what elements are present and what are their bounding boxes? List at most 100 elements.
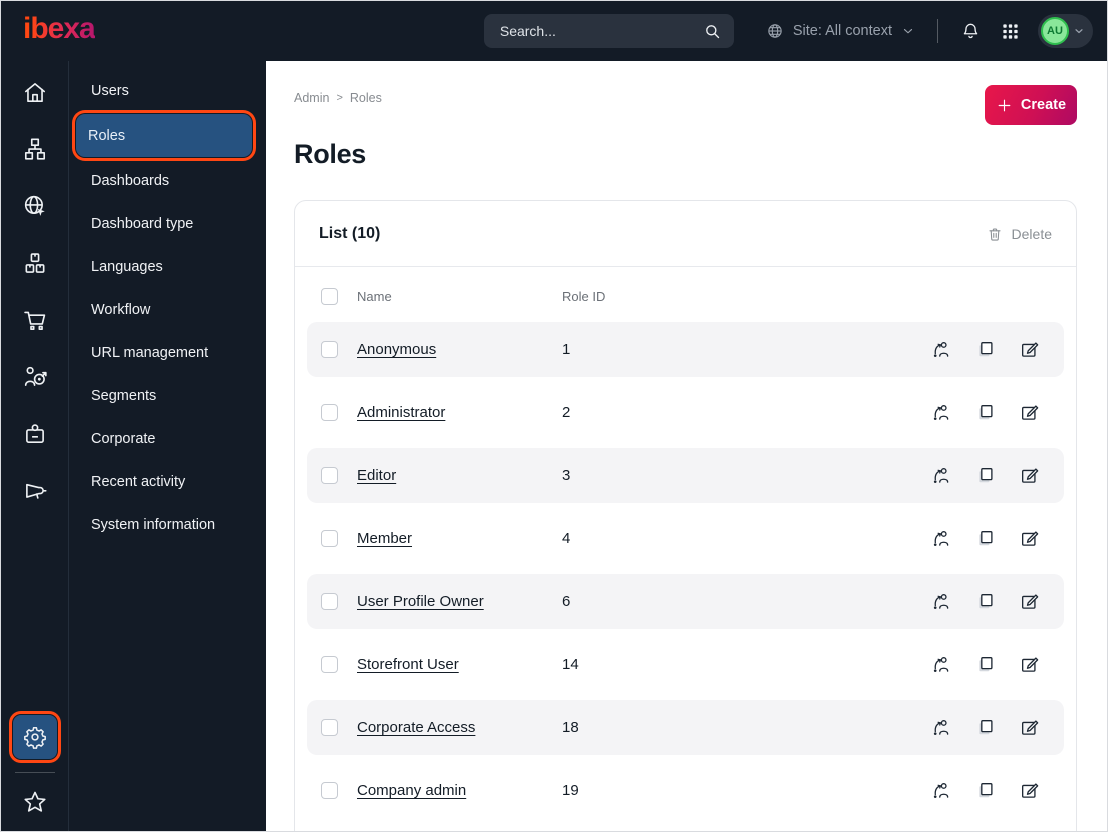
sidebar-item-users[interactable]: Users	[69, 69, 266, 112]
sidebar-item-languages[interactable]: Languages	[69, 245, 266, 288]
role-name-link[interactable]: Anonymous	[357, 341, 562, 358]
assign-users-button[interactable]	[931, 465, 952, 486]
edit-button[interactable]	[1019, 717, 1040, 738]
delete-button[interactable]: Delete	[987, 226, 1052, 243]
role-name-link[interactable]: Corporate Access	[357, 719, 562, 736]
edit-button[interactable]	[1019, 528, 1040, 549]
copy-button[interactable]	[975, 717, 996, 738]
rail-item-home[interactable]	[1, 63, 69, 120]
site-context-label: Site: All context	[792, 23, 892, 39]
user-menu[interactable]: AU	[1038, 14, 1093, 48]
edit-button[interactable]	[1019, 591, 1040, 612]
rail-item-products[interactable]	[1, 234, 69, 291]
breadcrumb: Admin > Roles	[294, 91, 382, 105]
role-name-link[interactable]: User Profile Owner	[357, 593, 562, 610]
search-box[interactable]	[483, 14, 734, 48]
sidebar-item-workflow[interactable]: Workflow	[69, 288, 266, 331]
row-checkbox[interactable]	[321, 782, 338, 799]
rail-item-marketing[interactable]	[1, 462, 69, 519]
edit-icon	[1019, 465, 1040, 486]
admin-sidebar: Users Roles Dashboards Dashboard type Langua…	[69, 61, 266, 831]
sidebar-item-url-management[interactable]: URL management	[69, 331, 266, 374]
role-name-link[interactable]: Company admin	[357, 782, 562, 799]
table-row: Company admin 19	[307, 763, 1064, 818]
page-title: Roles	[294, 139, 367, 169]
grid-icon	[1001, 22, 1020, 41]
role-name-link[interactable]: Storefront User	[357, 656, 562, 673]
edit-button[interactable]	[1019, 654, 1040, 675]
select-all-checkbox[interactable]	[321, 287, 338, 305]
breadcrumb-item-admin[interactable]: Admin	[294, 91, 329, 105]
row-checkbox[interactable]	[321, 467, 338, 484]
assign-users-button[interactable]	[931, 528, 952, 549]
row-checkbox[interactable]	[321, 719, 338, 736]
edit-button[interactable]	[1019, 402, 1040, 423]
row-checkbox[interactable]	[321, 593, 338, 610]
create-button[interactable]: Create	[985, 85, 1077, 125]
rail-item-content-tree[interactable]	[1, 120, 69, 177]
table-row: Member 4	[307, 511, 1064, 566]
rail-item-commerce[interactable]	[1, 291, 69, 348]
sidebar-item-corporate[interactable]: Corporate	[69, 417, 266, 460]
copy-button[interactable]	[975, 780, 996, 801]
edit-icon	[1019, 339, 1040, 360]
sidebar-item-dashboards[interactable]: Dashboards	[69, 159, 266, 202]
edit-button[interactable]	[1019, 780, 1040, 801]
row-checkbox[interactable]	[321, 530, 338, 547]
assign-users-button[interactable]	[931, 591, 952, 612]
sidebar-item-recent-activity[interactable]: Recent activity	[69, 460, 266, 503]
search-icon	[703, 22, 722, 41]
sidebar-item-segments[interactable]: Segments	[69, 374, 266, 417]
role-name-link[interactable]: Member	[357, 530, 562, 547]
row-checkbox[interactable]	[321, 404, 338, 421]
role-name-link[interactable]: Administrator	[357, 404, 562, 421]
role-id-value: 2	[562, 404, 571, 421]
globe-icon	[766, 22, 784, 40]
trash-icon	[987, 226, 1003, 243]
copy-button[interactable]	[975, 402, 996, 423]
copy-button[interactable]	[975, 465, 996, 486]
edit-icon	[1019, 780, 1040, 801]
globe-cursor-icon	[22, 193, 48, 219]
row-checkbox[interactable]	[321, 341, 338, 358]
table-row: Anonymous 1	[307, 322, 1064, 377]
rail-item-corporate[interactable]	[1, 405, 69, 462]
table-row: Administrator 2	[307, 385, 1064, 440]
assign-users-button[interactable]	[931, 780, 952, 801]
search-input[interactable]	[499, 23, 703, 39]
rail-item-site[interactable]	[1, 177, 69, 234]
role-id-value: 1	[562, 341, 571, 358]
row-checkbox[interactable]	[321, 656, 338, 673]
copy-button[interactable]	[975, 654, 996, 675]
rail-item-bookmarks[interactable]	[1, 779, 69, 825]
edit-button[interactable]	[1019, 465, 1040, 486]
site-context-dropdown[interactable]: Site: All context	[766, 22, 915, 40]
assign-users-button[interactable]	[931, 654, 952, 675]
copy-icon	[975, 780, 996, 801]
sidebar-item-system-information[interactable]: System information	[69, 503, 266, 546]
rail-item-personalization[interactable]	[1, 348, 69, 405]
chevron-down-icon	[1073, 25, 1085, 37]
ibexa-logo[interactable]: ibexa	[23, 14, 96, 48]
table-header: Name Role ID	[307, 282, 1064, 310]
sidebar-item-roles[interactable]: Roles	[76, 114, 252, 157]
assign-users-button[interactable]	[931, 402, 952, 423]
copy-button[interactable]	[975, 339, 996, 360]
megaphone-icon	[22, 478, 48, 504]
copy-icon	[975, 465, 996, 486]
sidebar-item-dashboard-type[interactable]: Dashboard type	[69, 202, 266, 245]
table-row: Storefront User 14	[307, 637, 1064, 692]
notifications-button[interactable]	[956, 17, 985, 46]
main-content: Admin > Roles Create Roles List (10) Del…	[266, 61, 1107, 831]
apps-grid-button[interactable]	[997, 18, 1024, 45]
edit-button[interactable]	[1019, 339, 1040, 360]
copy-button[interactable]	[975, 528, 996, 549]
role-name-link[interactable]: Editor	[357, 467, 562, 484]
avatar: AU	[1041, 17, 1069, 45]
rail-item-admin-settings[interactable]	[12, 715, 57, 759]
copy-button[interactable]	[975, 591, 996, 612]
assign-users-button[interactable]	[931, 717, 952, 738]
assign-users-button[interactable]	[931, 339, 952, 360]
delete-button-label: Delete	[1011, 226, 1052, 242]
table-row: Editor 3	[307, 448, 1064, 503]
